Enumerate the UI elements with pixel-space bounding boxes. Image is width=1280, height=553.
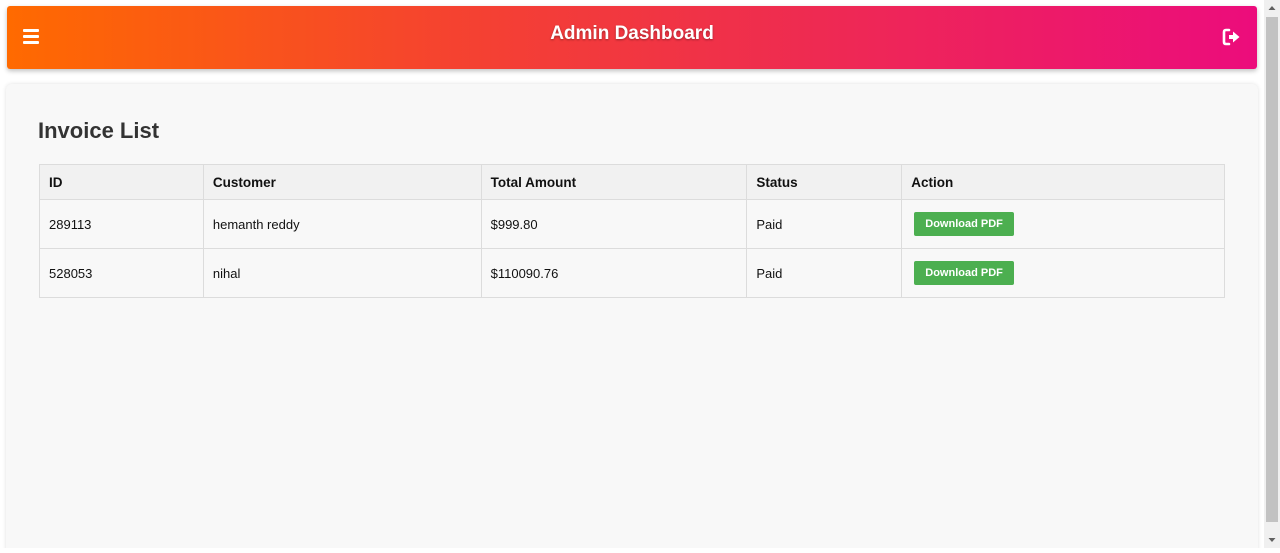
page: Admin Dashboard Invoice List ID Customer — [0, 0, 1264, 548]
invoice-customer: hemanth reddy — [202, 199, 482, 249]
invoice-table: ID Customer Total Amount Status Action 2… — [39, 164, 1225, 298]
scroll-down-arrow-icon[interactable] — [1264, 532, 1280, 548]
column-header-customer: Customer — [202, 164, 482, 200]
table-row: 289113 hemanth reddy $999.80 Paid Downlo… — [39, 199, 1225, 249]
invoice-customer: nihal — [202, 248, 482, 298]
invoice-action-cell: Download PDF — [901, 199, 1225, 249]
page-title: Admin Dashboard — [550, 23, 714, 44]
scrollbar-thumb[interactable] — [1266, 17, 1278, 522]
table-row: 528053 nihal $110090.76 Paid Download PD… — [39, 248, 1225, 298]
invoice-card: Invoice List ID Customer Total Amount St… — [6, 84, 1258, 548]
top-navbar: Admin Dashboard — [7, 6, 1257, 69]
invoice-id: 528053 — [39, 248, 204, 298]
invoice-id: 289113 — [39, 199, 204, 249]
column-header-total-amount: Total Amount — [480, 164, 748, 200]
scroll-up-arrow-icon[interactable] — [1264, 0, 1280, 16]
invoice-action-cell: Download PDF — [901, 248, 1225, 298]
invoice-list-heading: Invoice List — [38, 118, 160, 143]
invoice-status: Paid — [746, 248, 903, 298]
download-pdf-button[interactable]: Download PDF — [914, 212, 1014, 236]
column-header-action: Action — [901, 164, 1225, 200]
vertical-scrollbar[interactable] — [1264, 0, 1280, 548]
download-pdf-button[interactable]: Download PDF — [914, 261, 1014, 285]
invoice-total: $110090.76 — [480, 248, 748, 298]
column-header-id: ID — [39, 164, 204, 200]
invoice-total: $999.80 — [480, 199, 748, 249]
sign-out-icon[interactable] — [1221, 26, 1243, 48]
column-header-status: Status — [746, 164, 903, 200]
table-header-row: ID Customer Total Amount Status Action — [39, 164, 1225, 200]
invoice-status: Paid — [746, 199, 903, 249]
